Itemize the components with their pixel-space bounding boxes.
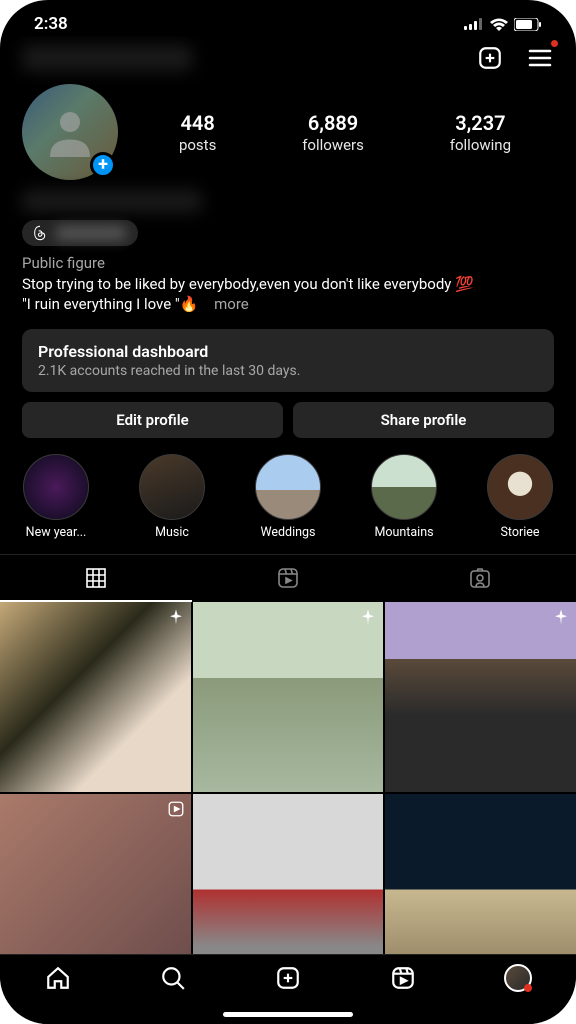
battery-icon — [514, 18, 542, 31]
tab-reels[interactable] — [192, 555, 384, 602]
following-count: 3,237 — [450, 111, 511, 135]
post-item[interactable] — [193, 602, 384, 793]
status-indicators — [464, 18, 542, 31]
nav-profile[interactable] — [503, 963, 533, 993]
posts-label: posts — [179, 136, 216, 154]
tab-grid[interactable] — [0, 555, 192, 602]
pinned-icon — [359, 608, 377, 626]
posts-count: 448 — [179, 111, 216, 135]
username-text — [22, 45, 192, 71]
highlight-item[interactable]: Music — [136, 454, 208, 540]
followers-stat[interactable]: 6,889 followers — [302, 111, 364, 154]
highlight-label: Weddings — [260, 525, 315, 540]
profile-header — [0, 36, 576, 78]
profile-avatar[interactable]: + — [22, 84, 118, 180]
display-name — [22, 190, 202, 212]
highlight-cover — [487, 454, 553, 520]
following-stat[interactable]: 3,237 following — [450, 111, 511, 154]
menu-button[interactable] — [526, 44, 554, 72]
highlight-item[interactable]: Storiee — [484, 454, 556, 540]
profile-bio: Stop trying to be liked by everybody,eve… — [22, 274, 554, 315]
followers-label: followers — [302, 136, 364, 154]
highlight-item[interactable]: Weddings — [252, 454, 324, 540]
highlight-cover — [255, 454, 321, 520]
post-item[interactable] — [385, 602, 576, 793]
threads-icon — [32, 225, 48, 241]
highlight-cover — [23, 454, 89, 520]
pinned-icon — [552, 608, 570, 626]
create-button[interactable] — [476, 44, 504, 72]
highlight-item[interactable]: Mountains — [368, 454, 440, 540]
plus-square-icon — [477, 45, 503, 71]
add-story-icon[interactable]: + — [90, 152, 116, 178]
reels-icon — [390, 965, 416, 991]
tab-tagged[interactable] — [384, 555, 576, 602]
posts-grid — [0, 602, 576, 955]
bio-line-1: Stop trying to be liked by everybody,eve… — [22, 275, 474, 293]
bio-more-button[interactable]: more — [214, 295, 249, 313]
nav-reels[interactable] — [388, 963, 418, 993]
status-time: 2:38 — [34, 14, 68, 34]
highlight-item[interactable]: New year... — [20, 454, 92, 540]
username-dropdown[interactable] — [22, 45, 192, 71]
story-highlights: New year... Music Weddings Mountains Sto… — [0, 438, 576, 550]
wifi-icon — [490, 18, 508, 31]
profile-category: Public figure — [22, 254, 554, 272]
highlight-cover — [371, 454, 437, 520]
tagged-icon — [468, 566, 492, 590]
nav-search[interactable] — [158, 963, 188, 993]
search-icon — [160, 965, 186, 991]
reels-icon — [276, 566, 300, 590]
posts-stat[interactable]: 448 posts — [179, 111, 216, 154]
highlight-label: New year... — [26, 525, 87, 540]
post-item[interactable] — [0, 794, 191, 954]
followers-count: 6,889 — [302, 111, 364, 135]
highlight-label: Mountains — [374, 525, 433, 540]
reel-badge-icon — [167, 800, 185, 818]
highlight-cover — [139, 454, 205, 520]
home-indicator[interactable] — [223, 1012, 353, 1017]
status-bar: 2:38 — [0, 0, 576, 38]
post-item[interactable] — [193, 794, 384, 954]
hamburger-icon — [528, 48, 552, 68]
post-item[interactable] — [0, 602, 191, 793]
highlight-label: Music — [155, 525, 189, 540]
plus-square-icon — [275, 965, 301, 991]
dashboard-subtitle: 2.1K accounts reached in the last 30 day… — [38, 363, 538, 379]
nav-create[interactable] — [273, 963, 303, 993]
cellular-icon — [464, 18, 484, 30]
highlight-label: Storiee — [500, 525, 539, 540]
following-label: following — [450, 136, 511, 154]
post-item[interactable] — [385, 794, 576, 954]
professional-dashboard[interactable]: Professional dashboard 2.1K accounts rea… — [22, 329, 554, 392]
grid-icon — [84, 566, 108, 590]
notification-dot-icon — [551, 40, 558, 47]
threads-username — [56, 226, 126, 240]
bio-line-2: "I ruin everything I love "🔥 — [22, 295, 198, 313]
share-profile-button[interactable]: Share profile — [293, 402, 554, 438]
profile-avatar-icon — [504, 964, 532, 992]
pinned-icon — [167, 608, 185, 626]
nav-home[interactable] — [43, 963, 73, 993]
dashboard-title: Professional dashboard — [38, 342, 538, 361]
content-tabs — [0, 554, 576, 602]
home-icon — [45, 965, 71, 991]
edit-profile-button[interactable]: Edit profile — [22, 402, 283, 438]
threads-link[interactable] — [22, 220, 138, 246]
